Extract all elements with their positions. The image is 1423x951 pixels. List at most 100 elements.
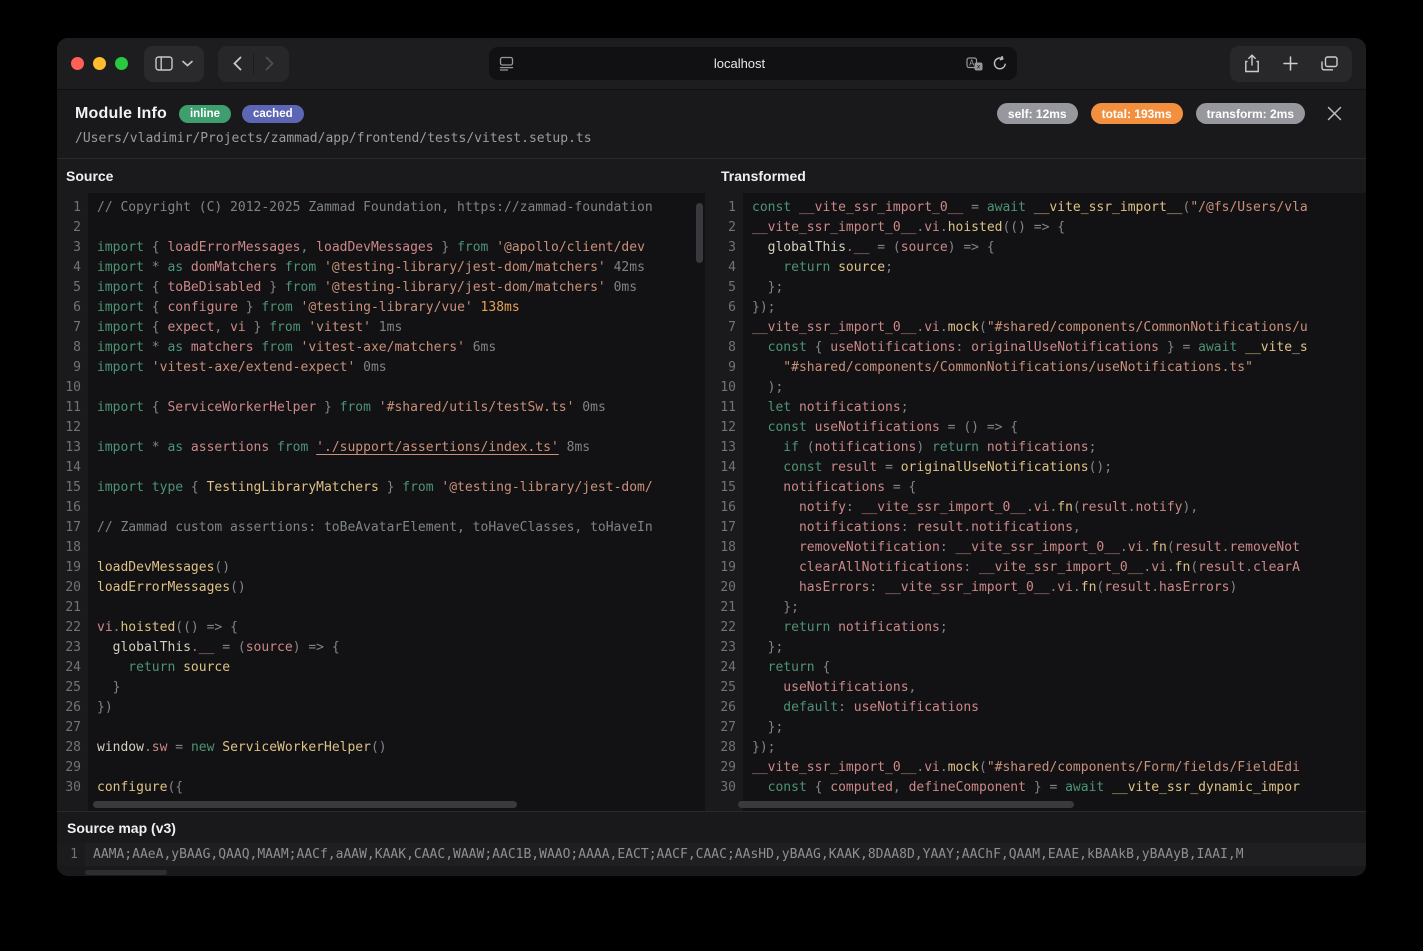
- code-token: const: [752, 200, 791, 215]
- code-token: fn: [1057, 500, 1073, 515]
- code-line: 18 removeNotification: __vite_ssr_import…: [712, 538, 1366, 558]
- code-token: __vite_ssr_import_0__: [979, 560, 1143, 575]
- sourcemap-row: 1 AAMA;AAeA,yBAAG,QAAQ,MAAM;AACf,aAAW,KA…: [57, 843, 1366, 866]
- line-number: 12: [712, 418, 743, 438]
- code-line: 18: [57, 538, 705, 558]
- line-number: 17: [712, 518, 743, 538]
- code-panes: Source 1// Copyright (C) 2012-2025 Zamma…: [57, 158, 1366, 811]
- code-token: (: [1190, 560, 1198, 575]
- minimize-window-button[interactable]: [93, 57, 106, 70]
- code-token: vi: [1034, 500, 1050, 515]
- transformed-horizontal-scrollbar[interactable]: [738, 801, 1074, 808]
- code-token: {: [144, 320, 167, 335]
- source-horizontal-scrollbar[interactable]: [93, 801, 517, 808]
- code-token: :: [956, 340, 972, 355]
- address-bar[interactable]: localhost A x: [489, 47, 1017, 80]
- code-line: 8import * as matchers from 'vitest-axe/m…: [57, 338, 705, 358]
- code-token: = (: [214, 640, 245, 655]
- share-icon[interactable]: [1244, 54, 1260, 73]
- code-token: {: [144, 400, 167, 415]
- code-token: computed: [830, 780, 893, 795]
- code-token: 42ms: [606, 260, 645, 275]
- code-line: 23 globalThis.__ = (source) => {: [57, 638, 705, 658]
- code-line: 13 if (notifications) return notificatio…: [712, 438, 1366, 458]
- browser-window: localhost A x: [57, 38, 1366, 876]
- close-icon[interactable]: [1327, 106, 1342, 121]
- code-token: loadErrorMessages: [167, 240, 300, 255]
- code-token: });: [752, 740, 775, 755]
- line-number: 22: [712, 618, 743, 638]
- code-line: 8 const { useNotifications: originalUseN…: [712, 338, 1366, 358]
- module-link[interactable]: './support/assertions/index.ts': [316, 440, 559, 455]
- code-token: notify: [1136, 500, 1183, 515]
- code-token: from: [402, 480, 433, 495]
- code-token: from: [277, 440, 308, 455]
- code-token: {: [144, 240, 167, 255]
- code-line: 19 clearAllNotifications: __vite_ssr_imp…: [712, 558, 1366, 578]
- code-token: return: [752, 260, 830, 275]
- code-token: ,: [1073, 520, 1081, 535]
- source-pane-title: Source: [57, 159, 705, 193]
- line-number: 24: [57, 658, 88, 678]
- code-token: __vite_ssr_import_0__: [752, 760, 916, 775]
- translate-icon[interactable]: A x: [966, 57, 983, 71]
- nav-buttons: [218, 46, 289, 82]
- tabs-icon[interactable]: [1321, 56, 1338, 71]
- line-number: 20: [57, 578, 88, 598]
- code-token: .: [1026, 500, 1034, 515]
- code-line: 23 };: [712, 638, 1366, 658]
- code-token: = (: [869, 240, 900, 255]
- code-token: vi: [97, 620, 113, 635]
- status-badge: inline: [179, 105, 231, 123]
- code-token: ),: [1183, 500, 1199, 515]
- line-number: 13: [57, 438, 88, 458]
- code-token: ();: [1089, 460, 1112, 475]
- code-token: result: [1104, 580, 1151, 595]
- code-token: '@testing-library/jest-dom/matchers': [316, 260, 606, 275]
- back-button[interactable]: [222, 46, 253, 82]
- code-token: }): [97, 700, 113, 715]
- code-token: });: [752, 300, 775, 315]
- code-token: [308, 440, 316, 455]
- code-line: 14: [57, 458, 705, 478]
- forward-button[interactable]: [254, 46, 285, 82]
- code-token: from: [261, 340, 292, 355]
- code-line: 9 "#shared/components/CommonNotification…: [712, 358, 1366, 378]
- code-token: ,: [909, 680, 917, 695]
- code-token: globalThis: [97, 640, 191, 655]
- code-token: return: [752, 660, 815, 675]
- code-token: default: [752, 700, 838, 715]
- code-token: 1ms: [371, 320, 402, 335]
- code-token: import: [97, 440, 144, 455]
- line-number: 10: [712, 378, 743, 398]
- line-number: 1: [712, 198, 743, 218]
- new-tab-icon[interactable]: [1283, 56, 1298, 71]
- reader-icon[interactable]: [499, 56, 514, 71]
- line-number: 23: [57, 638, 88, 658]
- code-token: .: [1167, 560, 1175, 575]
- line-number: 28: [57, 738, 88, 758]
- transformed-pane: Transformed 1const __vite_ssr_import_0__…: [705, 159, 1366, 811]
- line-number: 7: [712, 318, 743, 338]
- reload-icon[interactable]: [993, 56, 1007, 71]
- code-token: clearAllNotifications: [752, 560, 963, 575]
- code-token: "#shared/components/CommonNotifications/…: [752, 360, 1253, 375]
- line-number: 24: [712, 658, 743, 678]
- line-number: 8: [712, 338, 743, 358]
- sidebar-toggle-button[interactable]: [144, 46, 204, 82]
- close-window-button[interactable]: [71, 57, 84, 70]
- code-token: result: [916, 520, 963, 535]
- sourcemap-horizontal-scrollbar[interactable]: [85, 870, 167, 875]
- line-number: 9: [57, 358, 88, 378]
- code-token: '@testing-library/jest-dom/: [434, 480, 653, 495]
- zoom-window-button[interactable]: [115, 57, 128, 70]
- code-token: {: [144, 280, 167, 295]
- code-token: useNotifications: [807, 420, 940, 435]
- code-token: }: [246, 320, 269, 335]
- code-token: useNotifications: [854, 700, 979, 715]
- code-token: (: [1167, 540, 1175, 555]
- code-token: .: [940, 760, 948, 775]
- module-file-path: /Users/vladimir/Projects/zammad/app/fron…: [75, 131, 1348, 146]
- code-token: ServiceWorkerHelper: [214, 740, 371, 755]
- code-token: loadDevMessages: [316, 240, 433, 255]
